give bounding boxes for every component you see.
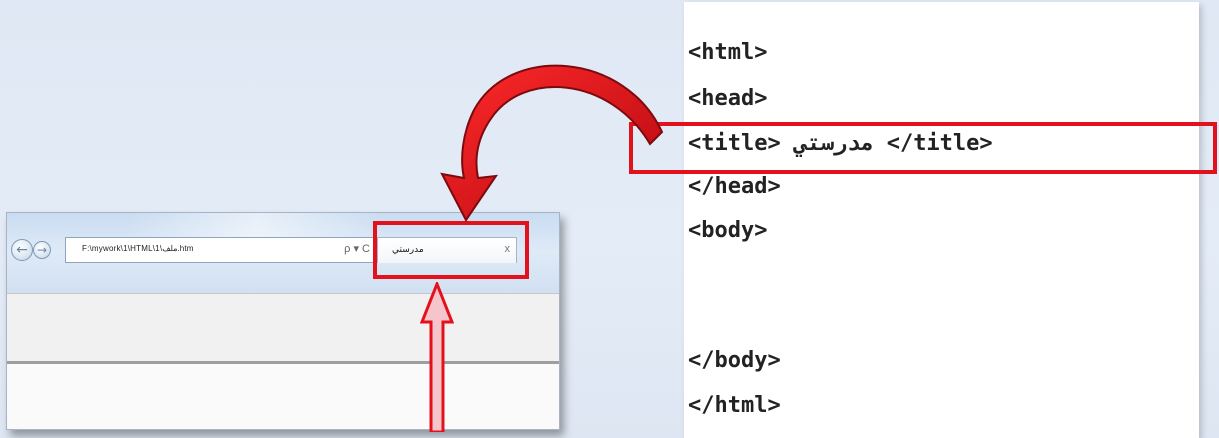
code-line-body-open: <body>: [688, 218, 768, 243]
up-arrow-icon: [420, 282, 454, 432]
code-panel: <html> <head> <title> مدرستي </title> </…: [684, 2, 1199, 438]
back-arrow-icon[interactable]: ←: [11, 239, 33, 261]
code-line-html-close: </html>: [688, 393, 781, 418]
address-text: F:\mywork\1\HTML\1\ملف.htm: [82, 244, 194, 253]
curved-arrow-icon: [440, 64, 664, 222]
address-bar[interactable]: F:\mywork\1\HTML\1\ملف.htm ρ ▾ C: [65, 237, 375, 263]
code-line-head-open: <head>: [688, 86, 768, 111]
code-line-html-open: <html>: [688, 40, 768, 65]
code-line-body-close: </body>: [688, 348, 781, 373]
page-content: [7, 364, 559, 429]
forward-arrow-icon[interactable]: →: [33, 241, 51, 259]
code-line-head-close: </head>: [688, 174, 781, 199]
search-refresh-icons[interactable]: ρ ▾ C: [344, 242, 370, 255]
title-highlight-box: [629, 122, 1217, 174]
